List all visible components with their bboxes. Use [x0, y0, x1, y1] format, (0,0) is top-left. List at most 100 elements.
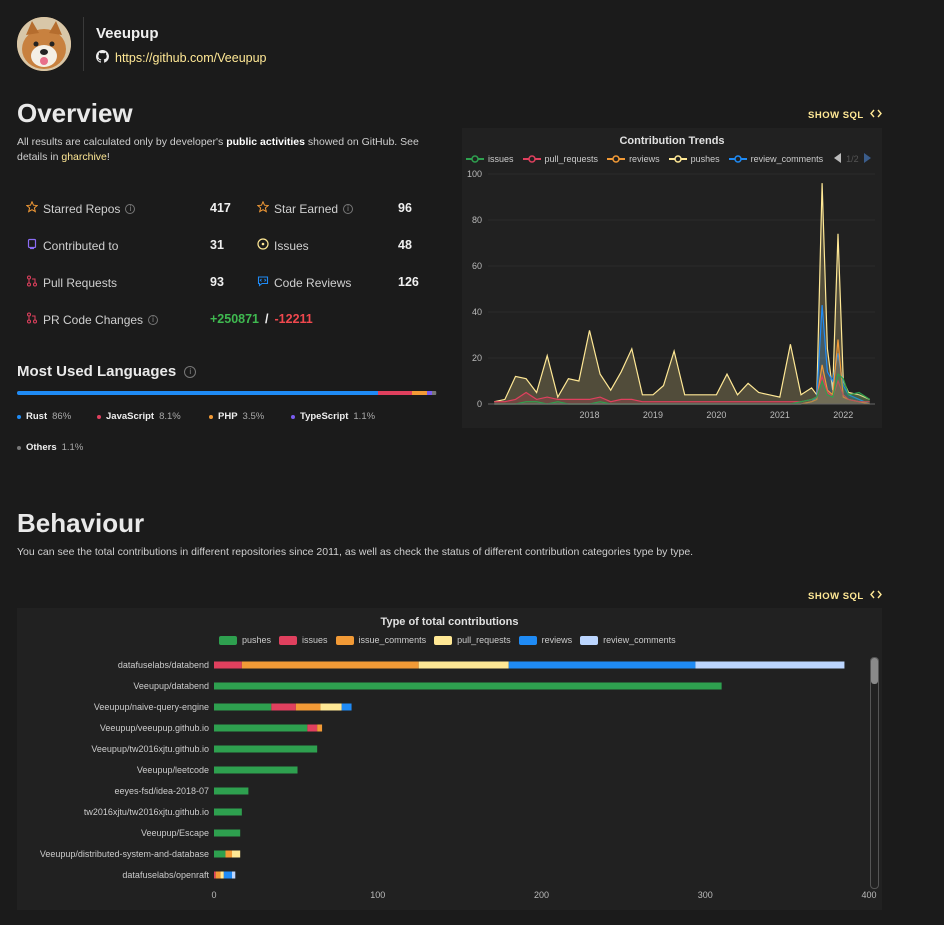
stat-contributed-to: Contributed to [26, 238, 118, 253]
stat-issues: Issues [257, 238, 309, 253]
legend-item-issues[interactable]: issues [279, 635, 328, 645]
x-tick-label: 2020 [706, 410, 726, 420]
info-icon[interactable]: i [125, 203, 136, 214]
legend-label: issues [302, 635, 328, 645]
deletions-value: -12211 [274, 312, 313, 326]
info-icon[interactable]: i [184, 365, 197, 378]
legend-item-issues[interactable]: issues [466, 154, 514, 164]
legend-label: reviews [541, 635, 573, 645]
info-icon[interactable]: i [343, 203, 354, 214]
legend-label: issue_comments [358, 635, 427, 645]
legend-item-pushes[interactable]: pushes [219, 635, 271, 645]
behaviour-title: Behaviour [17, 508, 145, 538]
gharchive-link[interactable]: gharchive [61, 151, 107, 163]
y-tick-label: 60 [472, 261, 482, 271]
avatar [17, 17, 71, 71]
legend-item-review-comments[interactable]: review_comments [728, 154, 823, 164]
language-bar-segment-php [412, 391, 427, 395]
bar-issue-comments[interactable] [215, 871, 221, 879]
info-icon[interactable]: i [148, 314, 159, 325]
x-tick-label: 2019 [643, 410, 663, 420]
contributions-type-panel: Type of total contributions pushes issues… [17, 608, 882, 910]
stat-label: Starred Repos [43, 201, 121, 216]
stat-label: Contributed to [43, 238, 119, 253]
languages-title-text: Most Used Languages [17, 363, 177, 380]
legend-prev-icon[interactable] [834, 153, 842, 165]
x-tick-label: 200 [534, 890, 549, 900]
legend-label: review_comments [603, 635, 676, 645]
stat-starred-repos-value: 417 [210, 201, 231, 215]
bar-pushes[interactable] [214, 745, 318, 753]
legend-next-icon[interactable] [863, 153, 871, 165]
bar-issue-comments[interactable] [225, 850, 233, 858]
legend-label: pull_requests [457, 635, 511, 645]
contribution-trends-chart: 0 20 40 60 80 100 2018 2019 2020 2021 2022 [467, 169, 875, 420]
bar-pushes[interactable] [214, 766, 298, 774]
bar-issue-comments[interactable] [317, 724, 323, 732]
code-icon [869, 590, 882, 602]
overview-show-sql-button[interactable]: SHOW SQL [808, 109, 882, 121]
bar-pushes[interactable] [214, 808, 242, 816]
zoom-scrollbar-track[interactable] [870, 657, 879, 889]
contributions-bar-chart: 0 100 200 300 400 datafuselabs/databend Veeupu… [40, 660, 877, 900]
bar-pushes[interactable] [214, 724, 308, 732]
bar-issues[interactable] [214, 661, 242, 669]
bar-reviews[interactable] [341, 703, 352, 711]
category-label: tw2016xjtu/tw2016xjtu.github.io [84, 807, 209, 817]
legend-item-issue-comments[interactable]: issue_comments [335, 635, 427, 645]
behaviour-show-sql-button[interactable]: SHOW SQL [808, 590, 882, 602]
legend-item-pushes[interactable]: pushes [668, 154, 720, 164]
stat-pr-code-changes-value: +250871 / -12211 [210, 312, 313, 326]
category-label: Veeupup/naive-query-engine [94, 702, 209, 712]
bar-pushes[interactable] [214, 850, 226, 858]
trends-legend: issues pull_requests reviews pushes revi… [466, 153, 871, 165]
legend-item-review-comments[interactable]: review_comments [580, 635, 676, 645]
github-url: https://github.com/Veeupup [115, 51, 267, 65]
legend-label: pushes [242, 635, 272, 645]
stat-code-reviews-value: 126 [398, 275, 419, 289]
category-label: Veeupup/tw2016xjtu.github.io [91, 744, 209, 754]
bar-pushes[interactable] [214, 703, 272, 711]
category-label: datafuselabs/openraft [122, 870, 209, 880]
pull-request-icon [26, 312, 38, 327]
stat-code-reviews: Code Reviews [257, 275, 351, 290]
zoom-scrollbar-handle[interactable] [871, 658, 878, 684]
legend-item-reviews[interactable]: reviews [518, 635, 573, 645]
bar-issues[interactable] [214, 871, 216, 879]
bar-issues[interactable] [307, 724, 318, 732]
bar-pull-requests[interactable] [320, 703, 342, 711]
category-label: Veeupup/veeupup.github.io [100, 723, 209, 733]
bar-reviews[interactable] [223, 871, 233, 879]
bar-issue-comments[interactable] [241, 661, 419, 669]
bar-pushes[interactable] [214, 682, 722, 690]
bar-pushes[interactable] [214, 829, 241, 837]
contributions-legend: pushes issues issue_comments pull_requests r… [219, 635, 684, 645]
legend-item-pull-requests[interactable]: pull_requests [522, 154, 598, 164]
contribution-trends-panel: Contribution Trends issues pull_requests… [462, 128, 882, 428]
bar-review-comments[interactable] [695, 661, 845, 669]
changes-separator: / [265, 312, 269, 326]
stat-label: Issues [274, 238, 309, 253]
legend-item-pull-requests[interactable]: pull_requests [434, 635, 511, 645]
github-link[interactable]: https://github.com/Veeupup [96, 50, 267, 66]
stat-label: Pull Requests [43, 275, 118, 290]
bar-pull-requests[interactable] [232, 850, 241, 858]
bar-pull-requests[interactable] [418, 661, 509, 669]
languages-bar [17, 391, 437, 395]
bar-issue-comments[interactable] [295, 703, 321, 711]
bar-review-comments[interactable] [232, 871, 236, 879]
stat-label: Star Earned [274, 201, 339, 216]
header-divider [83, 17, 84, 71]
legend-item-reviews[interactable]: reviews [607, 154, 660, 164]
bar-reviews[interactable] [508, 661, 696, 669]
bar-pull-requests[interactable] [220, 871, 224, 879]
lang-item-php: PHP 3.5% [209, 411, 264, 422]
star-icon [25, 200, 39, 216]
php-dot [209, 414, 213, 419]
x-tick-label: 2018 [579, 410, 599, 420]
language-bar-segment-javascript [378, 391, 413, 395]
bar-pushes[interactable] [214, 787, 249, 795]
overview-title: Overview [17, 98, 133, 128]
bar-issues[interactable] [271, 703, 296, 711]
additions-value: +250871 [210, 312, 260, 326]
